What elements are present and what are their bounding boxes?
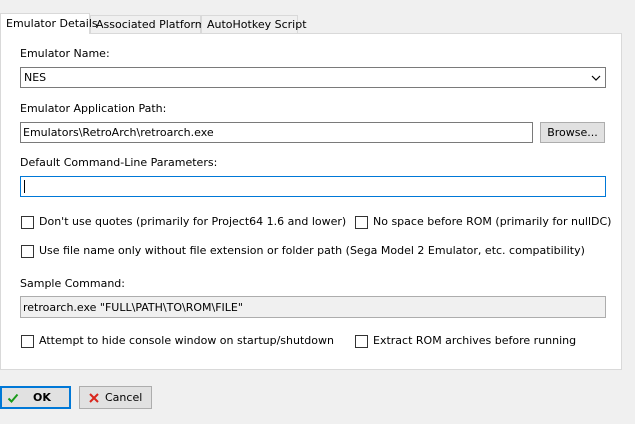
sample-command-label: Sample Command:: [20, 277, 125, 290]
file-name-only-checkbox[interactable]: [21, 245, 34, 258]
app-path-input[interactable]: Emulators\RetroArch\retroarch.exe: [20, 122, 533, 143]
extract-rom-label[interactable]: Extract ROM archives before running: [373, 334, 576, 347]
chevron-down-icon: [591, 75, 601, 81]
cancel-button[interactable]: Cancel: [79, 386, 152, 409]
checkmark-icon: [7, 393, 19, 403]
no-quotes-checkbox[interactable]: [21, 216, 34, 229]
cmdline-label: Default Command-Line Parameters:: [20, 156, 218, 169]
tab-autohotkey-script[interactable]: AutoHotkey Script: [201, 15, 307, 33]
tab-label: AutoHotkey Script: [207, 18, 307, 31]
browse-button[interactable]: Browse...: [540, 122, 605, 143]
no-quotes-label[interactable]: Don't use quotes (primarily for Project6…: [39, 215, 346, 228]
hide-console-checkbox[interactable]: [21, 335, 34, 348]
extract-rom-checkbox[interactable]: [355, 335, 368, 348]
emulator-name-value: NES: [24, 71, 47, 84]
app-path-label: Emulator Application Path:: [20, 102, 167, 115]
no-space-checkbox[interactable]: [355, 216, 368, 229]
tab-strip: Emulator Details Associated Platforms Au…: [0, 13, 635, 34]
ok-label: OK: [33, 391, 51, 404]
cmdline-input[interactable]: [20, 176, 606, 197]
no-space-label[interactable]: No space before ROM (primarily for nullD…: [373, 215, 611, 228]
sample-command-field: retroarch.exe "FULL\PATH\TO\ROM\FILE": [20, 296, 606, 318]
emulator-details-panel: Emulator Name: NES Emulator Application …: [0, 33, 622, 370]
tab-label: Emulator Details: [6, 17, 98, 30]
text-caret: [24, 180, 25, 193]
emulator-name-label: Emulator Name:: [20, 47, 110, 60]
close-icon: [89, 393, 99, 403]
cancel-label: Cancel: [105, 391, 143, 404]
tab-emulator-details[interactable]: Emulator Details: [0, 13, 98, 34]
app-path-value: Emulators\RetroArch\retroarch.exe: [23, 126, 214, 139]
file-name-only-label[interactable]: Use file name only without file extensio…: [39, 244, 585, 257]
hide-console-label[interactable]: Attempt to hide console window on startu…: [39, 334, 334, 347]
emulator-name-select[interactable]: NES: [20, 67, 606, 88]
tab-associated-platforms[interactable]: Associated Platforms: [90, 15, 211, 33]
sample-command-value: retroarch.exe "FULL\PATH\TO\ROM\FILE": [23, 301, 243, 314]
ok-button[interactable]: OK: [0, 386, 71, 409]
tab-label: Associated Platforms: [96, 18, 212, 31]
